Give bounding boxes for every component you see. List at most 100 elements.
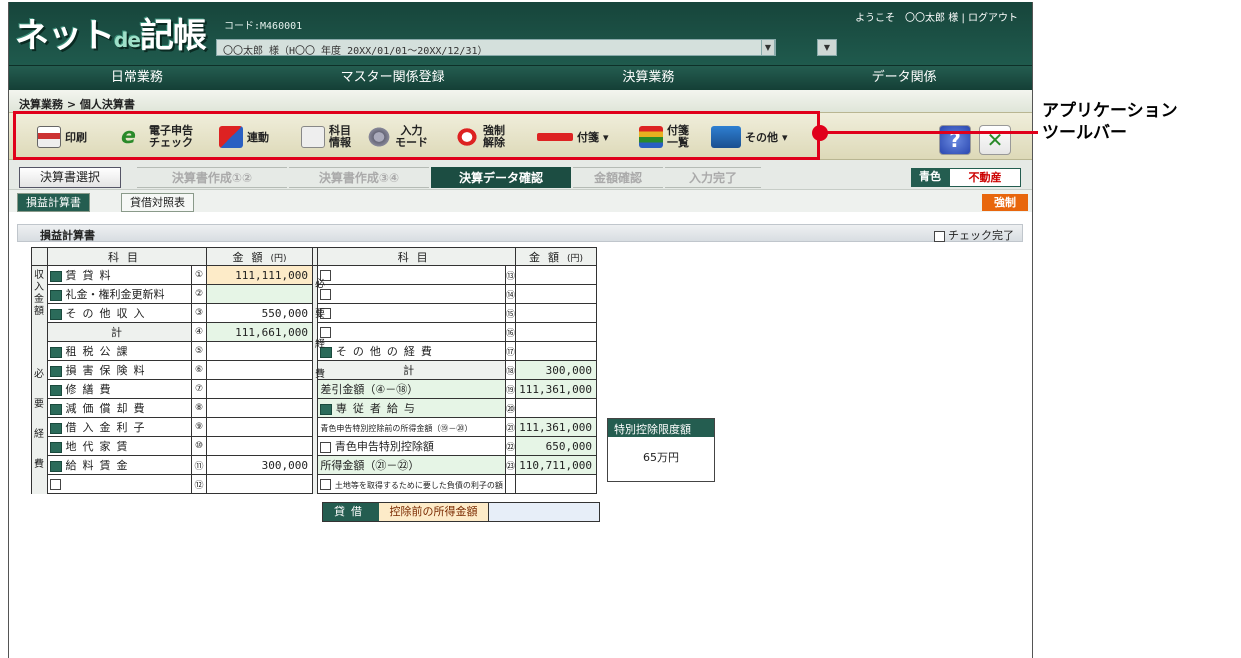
amount-field[interactable]: 111,361,000 [515, 417, 597, 437]
detail-icon[interactable] [50, 346, 62, 358]
balance-income-row: 貸借 控除前の所得金額 [322, 502, 600, 522]
row-number: ⑮ [504, 303, 517, 323]
row-number: ⑱ [504, 360, 517, 380]
amount-field[interactable] [206, 474, 313, 494]
detail-icon[interactable] [50, 422, 62, 434]
amount-field[interactable] [206, 360, 313, 380]
column-header-item: 科目 [47, 247, 207, 266]
amount-field[interactable]: 111,361,000 [515, 379, 597, 399]
amount-field[interactable]: 550,000 [206, 303, 313, 323]
table-row: ⑫ [31, 474, 313, 494]
row-number: ⑳ [504, 398, 517, 418]
table-row: 租税公課 ⑤ [31, 341, 313, 361]
amount-field[interactable] [515, 474, 597, 494]
user-year-select[interactable]: 〇〇太郎 様（H〇〇 年度 20XX/01/01～20XX/12/31） [216, 39, 776, 57]
step-5[interactable]: 入力完了 [665, 167, 761, 188]
amount-field[interactable]: 300,000 [515, 360, 597, 380]
tab-balance-sheet[interactable]: 貸借対照表 [121, 193, 194, 212]
app-header: ネットde記帳 コード:M460001 〇〇太郎 様（H〇〇 年度 20XX/0… [9, 2, 1032, 66]
special-deduction-title: 特別控除限度額 [608, 419, 714, 437]
amount-field[interactable]: 111,111,000 [206, 265, 313, 285]
group-cell [31, 322, 48, 342]
detail-icon[interactable] [50, 270, 62, 282]
table-row: 所得金額（㉑－㉒）㉓ 110,711,000 [311, 455, 597, 475]
amount-field[interactable] [515, 341, 597, 361]
amount-field[interactable]: 300,000 [206, 455, 313, 475]
help-button[interactable]: ? [939, 125, 971, 155]
row-label: その他の経費 [317, 341, 506, 361]
amount-field[interactable]: 650,000 [515, 436, 597, 456]
amount-field[interactable] [515, 398, 597, 418]
right-expense-group-label: 必要経費 [315, 279, 325, 380]
menu-closing[interactable]: 決算業務 [521, 66, 777, 90]
menu-master[interactable]: マスター関係登録 [265, 66, 521, 90]
pre-deduction-income-input[interactable] [489, 503, 599, 521]
breadcrumb: 決算業務 > 個人決算書 [9, 90, 1032, 112]
amount-field[interactable] [515, 303, 597, 323]
amount-field[interactable] [206, 398, 313, 418]
row-number: ⑧ [191, 398, 207, 418]
amount-field[interactable] [515, 265, 597, 285]
chevron-down-icon[interactable]: ▼ [761, 39, 775, 56]
amount-field[interactable] [515, 284, 597, 304]
step-3-current[interactable]: 決算データ確認 [431, 167, 571, 188]
detail-icon[interactable] [50, 289, 62, 301]
detail-icon[interactable] [50, 308, 62, 320]
expense-table: 科目 金額(円) ⑬ ⑭ ⑮ ⑯ その他の経費 ⑰ 計 ⑱ 300,000 差引金額（④－⑱… [311, 247, 597, 494]
detail-icon[interactable] [50, 403, 62, 415]
row-label: 礼金・権利金更新料 [47, 284, 192, 304]
row-label: 所得金額（㉑－㉒） [317, 455, 506, 475]
amount-field[interactable] [206, 436, 313, 456]
logout-link[interactable]: ログアウト [968, 13, 1018, 24]
amount-field[interactable] [206, 379, 313, 399]
step-1[interactable]: 決算書作成①② [137, 167, 287, 188]
row-checkbox[interactable] [50, 479, 61, 490]
balance-label: 貸借 [323, 503, 379, 521]
main-menu: 日常業務 マスター関係登録 決算業務 データ関係 [9, 66, 1032, 90]
welcome-text: ようこそ 〇〇太郎 様 [855, 13, 959, 24]
detail-icon[interactable] [50, 384, 62, 396]
row-number: ③ [191, 303, 207, 323]
table-row: 地代家賃 ⑩ [31, 436, 313, 456]
step-4[interactable]: 金額確認 [573, 167, 663, 188]
row-number: ⑫ [191, 474, 207, 494]
row-number: ⑤ [191, 341, 207, 361]
row-number: ⑪ [191, 455, 207, 475]
row-number: ⑨ [191, 417, 207, 437]
table-row: ⑮ [311, 303, 597, 323]
detail-icon[interactable] [50, 460, 62, 472]
row-checkbox[interactable] [320, 479, 332, 490]
amount-field[interactable] [515, 322, 597, 342]
tab-income-statement[interactable]: 損益計算書 [17, 193, 90, 212]
check-done-checkbox[interactable]: チェック完了 [933, 227, 1014, 243]
select-statement-button[interactable]: 決算書選択 [19, 167, 121, 188]
table-row: 借入金利子 ⑨ [31, 417, 313, 437]
row-label: 借入金利子 [47, 417, 192, 437]
amount-field[interactable] [206, 417, 313, 437]
detail-icon[interactable] [50, 365, 62, 377]
welcome-area: ようこそ 〇〇太郎 様 | ログアウト [855, 13, 1018, 24]
detail-icon[interactable] [50, 441, 62, 453]
amount-field[interactable]: 110,711,000 [515, 455, 597, 475]
blue-return-badge: 青色 [911, 168, 949, 187]
detail-icon[interactable] [320, 403, 333, 415]
step-2[interactable]: 決算書作成③④ [289, 167, 429, 188]
table-row: 計 ④ 111,661,000 [31, 322, 313, 342]
menu-data[interactable]: データ関係 [776, 66, 1032, 90]
chevron-down-icon[interactable]: ▼ [817, 39, 837, 56]
menu-daily[interactable]: 日常業務 [9, 66, 265, 90]
row-number: ⑯ [504, 322, 517, 342]
force-badge[interactable]: 強制 [982, 194, 1028, 211]
row-number: ㉑ [504, 417, 517, 437]
amount-field[interactable] [206, 341, 313, 361]
row-label: 賃貸料 [47, 265, 192, 285]
row-label: 計 [317, 360, 506, 380]
row-label [317, 322, 506, 342]
expense-group-label: 必要経費 [34, 369, 44, 470]
row-checkbox[interactable] [320, 441, 332, 453]
close-button[interactable]: ✕ [979, 125, 1011, 155]
amount-field[interactable]: 111,661,000 [206, 322, 313, 342]
amount-field[interactable] [206, 284, 313, 304]
row-number: ㉓ [504, 455, 517, 475]
row-label: 差引金額（④－⑱） [317, 379, 506, 399]
